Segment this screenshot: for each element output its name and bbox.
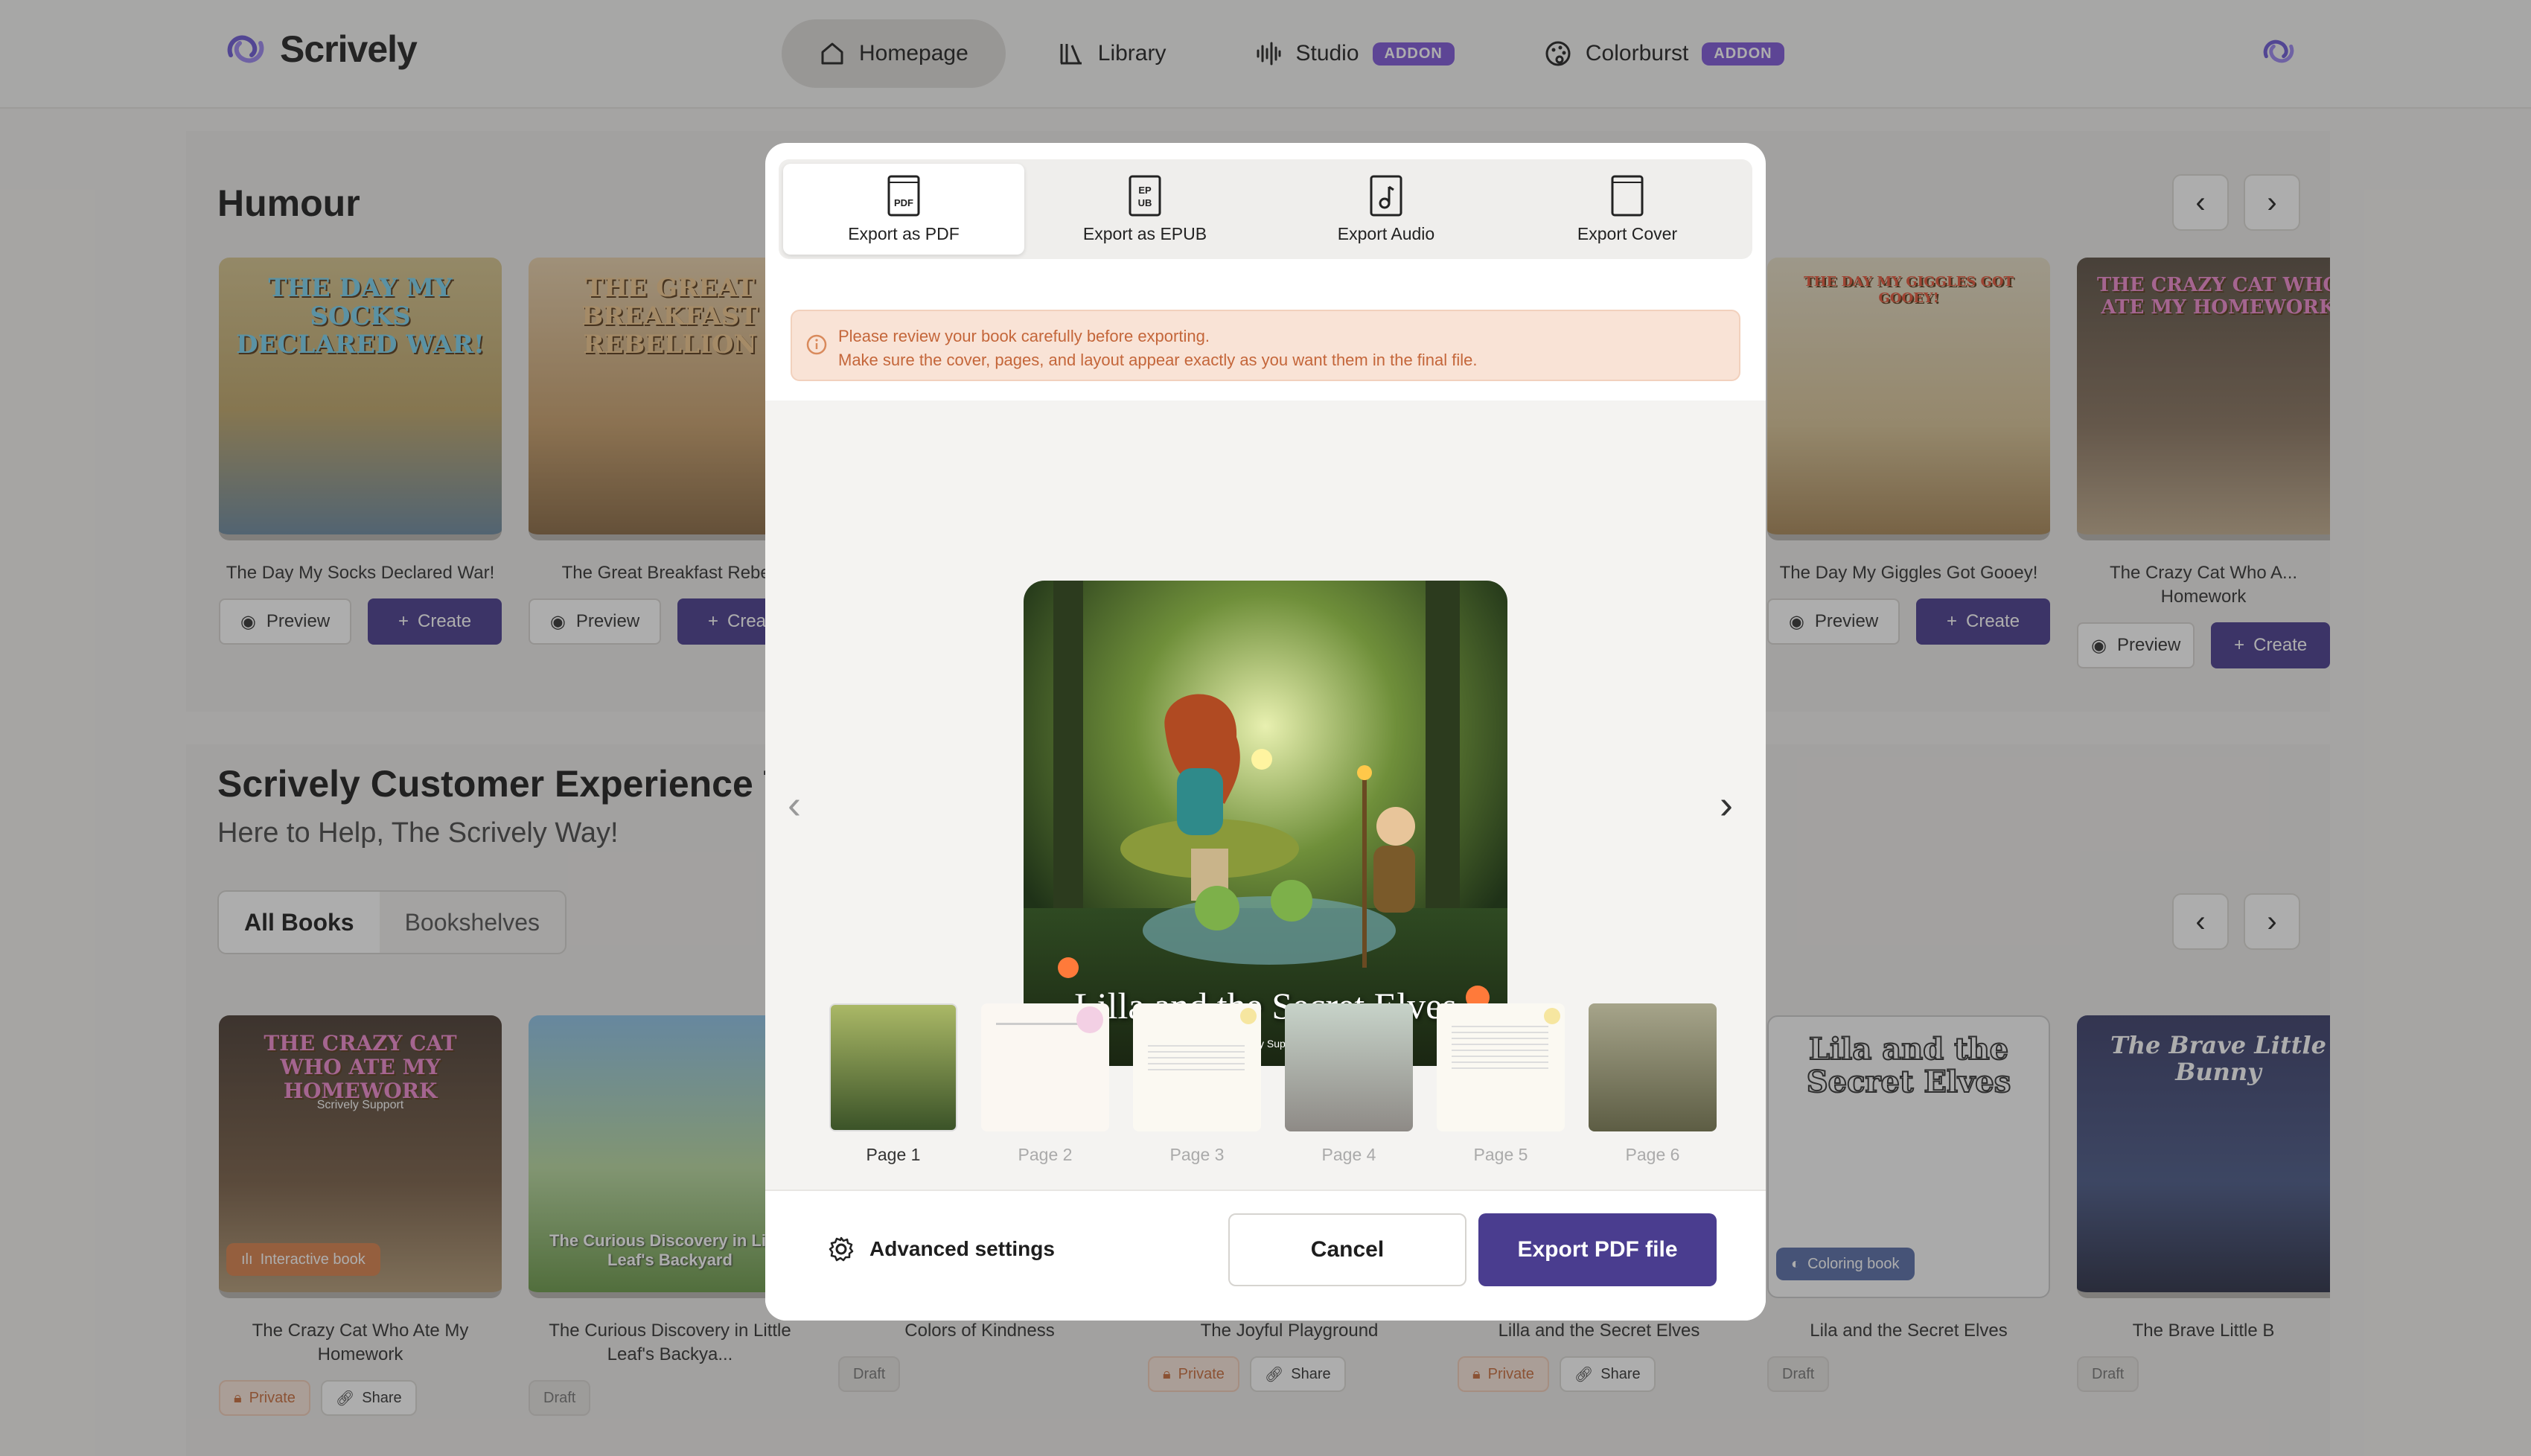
advanced-settings-button[interactable]: Advanced settings bbox=[828, 1236, 1055, 1262]
svg-text:EP: EP bbox=[1138, 185, 1152, 196]
warning-line-1: Please review your book carefully before… bbox=[838, 327, 1210, 345]
svg-text:UB: UB bbox=[1138, 197, 1152, 208]
cancel-button[interactable]: Cancel bbox=[1228, 1213, 1466, 1286]
book-cover-preview: Lilla and the Secret Elves Scrively Supp… bbox=[1024, 581, 1507, 1066]
page-thumbnail[interactable]: Page 4 bbox=[1285, 1003, 1413, 1165]
export-modal: PDF Export as PDF EP UB Export as EPUB Ex… bbox=[765, 143, 1766, 1321]
svg-text:PDF: PDF bbox=[894, 197, 913, 208]
gear-icon bbox=[829, 1236, 854, 1262]
page-label: Page 6 bbox=[1625, 1145, 1680, 1164]
tab-export-epub[interactable]: EP UB Export as EPUB bbox=[1024, 164, 1266, 255]
tab-label: Export Cover bbox=[1577, 223, 1678, 243]
page-label: Page 2 bbox=[1018, 1145, 1073, 1164]
page-label: Page 3 bbox=[1169, 1145, 1225, 1164]
export-tabs: PDF Export as PDF EP UB Export as EPUB Ex… bbox=[779, 159, 1752, 259]
info-icon bbox=[806, 334, 827, 355]
page-label: Page 4 bbox=[1321, 1145, 1376, 1164]
page-label: Page 5 bbox=[1473, 1145, 1528, 1164]
warning-line-2: Make sure the cover, pages, and layout a… bbox=[838, 351, 1478, 369]
tab-export-audio[interactable]: Export Audio bbox=[1266, 164, 1507, 255]
audio-file-icon bbox=[1370, 175, 1402, 216]
tab-export-cover[interactable]: Export Cover bbox=[1507, 164, 1748, 255]
tab-label: Export as PDF bbox=[848, 223, 960, 243]
tab-label: Export Audio bbox=[1337, 223, 1435, 243]
tab-export-pdf[interactable]: PDF Export as PDF bbox=[783, 164, 1024, 255]
next-page-button[interactable]: › bbox=[1720, 782, 1733, 828]
page-thumbnail[interactable]: Page 2 bbox=[981, 1003, 1109, 1165]
page-thumbnail[interactable]: Page 3 bbox=[1133, 1003, 1261, 1165]
prev-page-button[interactable]: ‹ bbox=[788, 782, 801, 828]
advanced-settings-label: Advanced settings bbox=[869, 1237, 1055, 1260]
review-warning: Please review your book carefully before… bbox=[791, 310, 1740, 381]
page-preview-area: ‹ Lilla and the Secret Elves Scrively Su… bbox=[765, 400, 1766, 1190]
modal-footer: Advanced settings Cancel Export PDF file bbox=[765, 1190, 1766, 1321]
page-label: Page 1 bbox=[866, 1145, 921, 1164]
export-pdf-button[interactable]: Export PDF file bbox=[1478, 1213, 1717, 1286]
epub-file-icon: EPUB bbox=[1129, 175, 1161, 216]
tab-label: Export as EPUB bbox=[1082, 223, 1207, 243]
cover-icon bbox=[1611, 175, 1644, 216]
page-thumbnails: Page 1 Page 2 Page 3 Page 4 Page 5 Page … bbox=[829, 1003, 1717, 1165]
pdf-file-icon: PDF bbox=[887, 175, 920, 216]
page-thumbnail[interactable]: Page 5 bbox=[1437, 1003, 1565, 1165]
page-thumbnail[interactable]: Page 6 bbox=[1589, 1003, 1717, 1165]
page-thumbnail[interactable]: Page 1 bbox=[829, 1003, 957, 1165]
